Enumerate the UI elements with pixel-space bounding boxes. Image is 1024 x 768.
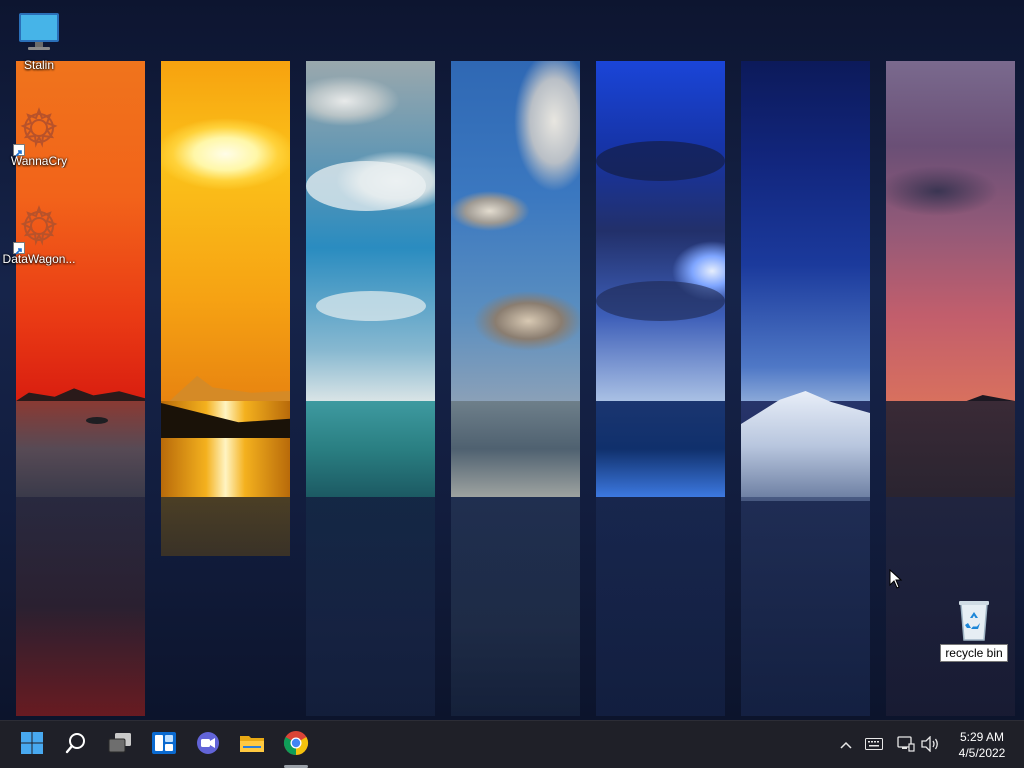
desktop-icon-label: WannaCry — [10, 154, 68, 168]
start-button[interactable] — [16, 729, 48, 761]
widgets-icon — [151, 731, 177, 760]
task-view-icon — [107, 731, 133, 760]
wallpaper-panel-snow-rock — [741, 61, 870, 716]
folder-icon — [239, 731, 265, 760]
wallpaper-panel-cyan-sky — [306, 61, 435, 716]
wallpaper-panel-yellow-sun — [161, 61, 290, 556]
desktop-icon-wannacry[interactable]: WannaCry — [1, 106, 77, 168]
chevron-up-icon — [839, 737, 853, 753]
chat-button[interactable] — [192, 729, 224, 761]
file-explorer-button[interactable] — [236, 729, 268, 761]
gear-flower-icon — [13, 106, 63, 157]
network-button[interactable] — [896, 735, 916, 755]
clock[interactable]: 5:29 AM 4/5/2022 — [944, 729, 1020, 761]
shortcut-arrow-icon — [13, 144, 25, 157]
desktop-icon-label: Stalin — [23, 58, 55, 72]
recycle-bin-icon — [950, 596, 998, 644]
desktop-icon-datawagon[interactable]: DataWagon... — [1, 204, 77, 266]
desktop-wallpaper — [0, 0, 1024, 720]
clock-time: 5:29 AM — [959, 730, 1005, 744]
show-hidden-icons-button[interactable] — [836, 735, 856, 755]
volume-icon — [920, 734, 940, 755]
widgets-button[interactable] — [148, 729, 180, 761]
windows-logo-icon — [20, 731, 44, 760]
taskbar: 5:29 AM 4/5/2022 — [0, 720, 1024, 768]
clock-date: 4/5/2022 — [958, 746, 1006, 760]
gear-flower-icon — [13, 204, 63, 255]
desktop-icon-label: DataWagon... — [2, 252, 76, 266]
input-indicator-button[interactable] — [864, 735, 884, 755]
monitor-icon — [15, 10, 63, 58]
desktop-icon-label: recycle bin — [940, 644, 1008, 662]
volume-button[interactable] — [920, 734, 940, 755]
task-view-button[interactable] — [104, 729, 136, 761]
keyboard-icon — [865, 737, 883, 753]
teams-chat-icon — [195, 730, 221, 761]
network-icon — [897, 735, 915, 755]
wallpaper-panel-deep-blue — [596, 61, 725, 716]
chrome-button[interactable] — [280, 729, 312, 761]
desktop-icon-stalin[interactable]: Stalin — [1, 10, 77, 72]
shortcut-arrow-icon — [13, 242, 25, 255]
chrome-icon — [283, 730, 309, 761]
search-button[interactable] — [60, 729, 92, 761]
mouse-cursor-icon — [889, 568, 903, 589]
desktop-icon-recycle-bin[interactable]: recycle bin — [936, 596, 1012, 667]
search-icon — [64, 731, 88, 760]
wallpaper-panel-blue-clouds — [451, 61, 580, 716]
